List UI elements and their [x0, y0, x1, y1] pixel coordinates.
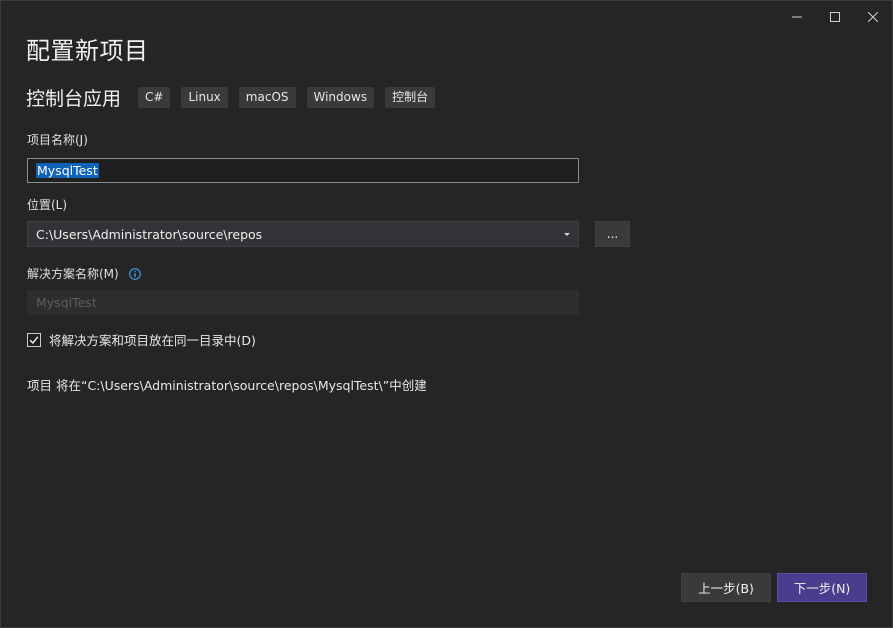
same-directory-label: 将解决方案和项目放在同一目录中(D) [49, 333, 256, 348]
solution-name-input: MysqlTest [27, 290, 579, 315]
template-tag: Windows [306, 87, 375, 108]
template-header: 控制台应用 C# Linux macOS Windows 控制台 [26, 84, 446, 111]
location-value: C:\Users\Administrator\source\repos [36, 226, 263, 242]
solution-name-placeholder: MysqlTest [36, 295, 97, 310]
project-name-input[interactable]: MysqlTest [27, 158, 579, 183]
maximize-icon[interactable] [816, 1, 854, 33]
location-label: 位置(L) [27, 198, 68, 212]
checkmark-icon [29, 335, 39, 344]
template-name: 控制台应用 [26, 88, 122, 110]
close-icon[interactable] [854, 1, 892, 33]
window-controls [778, 1, 892, 33]
same-directory-option[interactable]: 将解决方案和项目放在同一目录中(D) [27, 330, 256, 349]
project-name-value: MysqlTest [36, 163, 99, 178]
minimize-icon[interactable] [778, 1, 816, 33]
template-tag: Linux [181, 87, 228, 108]
same-directory-checkbox[interactable] [27, 332, 41, 347]
template-tag: C# [138, 87, 171, 108]
browse-button[interactable]: ... [595, 221, 630, 247]
configure-project-dialog: 配置新项目 控制台应用 C# Linux macOS Windows 控制台 项… [0, 0, 893, 628]
back-button[interactable]: 上一步(B) [681, 573, 771, 602]
location-dropdown[interactable]: C:\Users\Administrator\source\repos [27, 221, 579, 247]
dialog-title: 配置新项目 [26, 37, 149, 65]
template-tag: macOS [238, 87, 296, 108]
solution-name-label: 解决方案名称(M) [27, 267, 119, 281]
project-path-note: 项目 将在“C:\Users\Administrator\source\repo… [27, 378, 427, 393]
info-icon[interactable] [128, 268, 141, 280]
chevron-down-icon[interactable] [564, 232, 570, 236]
template-tag: 控制台 [385, 87, 436, 108]
project-name-label: 项目名称(J) [27, 133, 88, 147]
solution-name-label-row: 解决方案名称(M) [27, 265, 141, 282]
next-button[interactable]: 下一步(N) [777, 573, 867, 602]
